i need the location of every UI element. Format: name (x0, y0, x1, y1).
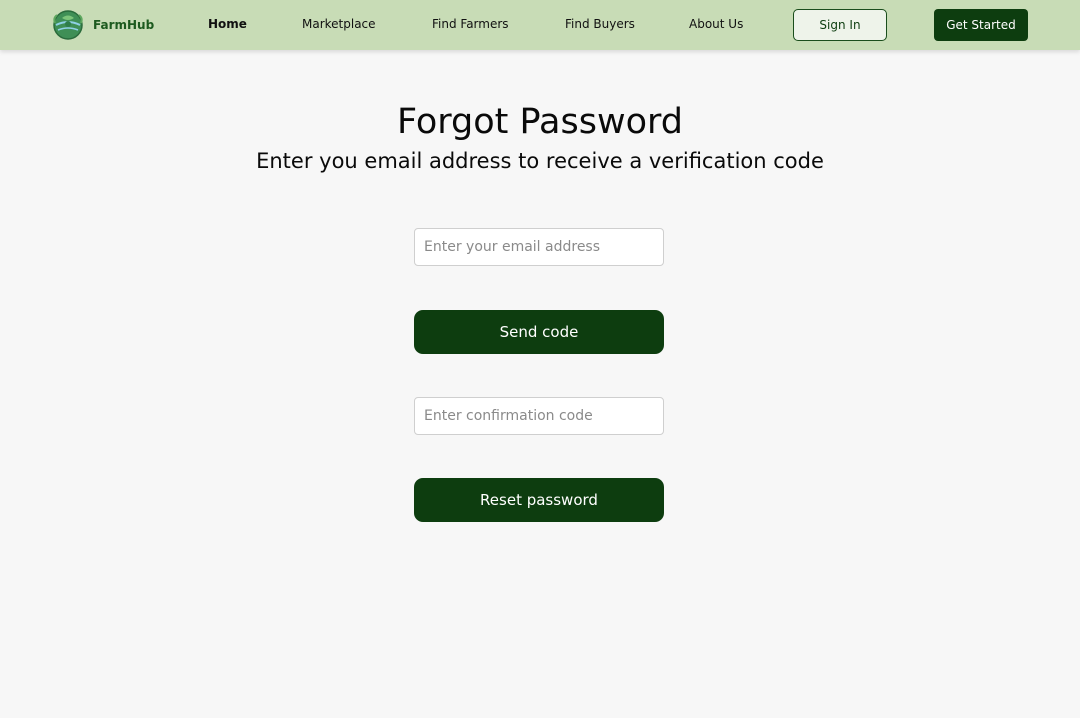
page-title: Forgot Password (396, 102, 684, 142)
get-started-button[interactable]: Get Started (934, 9, 1028, 41)
nav-link-find-buyers[interactable]: Find Buyers (565, 17, 635, 31)
sign-in-button[interactable]: Sign In (793, 9, 887, 41)
send-code-button[interactable]: Send code (414, 310, 664, 354)
nav-link-home[interactable]: Home (208, 17, 247, 31)
page-subtitle: Enter you email address to receive a ver… (256, 149, 824, 173)
confirmation-code-input[interactable] (414, 397, 664, 435)
email-input[interactable] (414, 228, 664, 266)
reset-password-button[interactable]: Reset password (414, 478, 664, 522)
brand[interactable]: FarmHub (52, 8, 154, 42)
globe-leaf-icon (53, 10, 83, 40)
nav-link-find-farmers[interactable]: Find Farmers (432, 17, 509, 31)
brand-name: FarmHub (93, 18, 155, 32)
nav-link-marketplace[interactable]: Marketplace (302, 17, 376, 31)
nav-link-about-us[interactable]: About Us (689, 17, 743, 31)
navbar: FarmHub Home Marketplace Find Farmers Fi… (0, 0, 1080, 50)
